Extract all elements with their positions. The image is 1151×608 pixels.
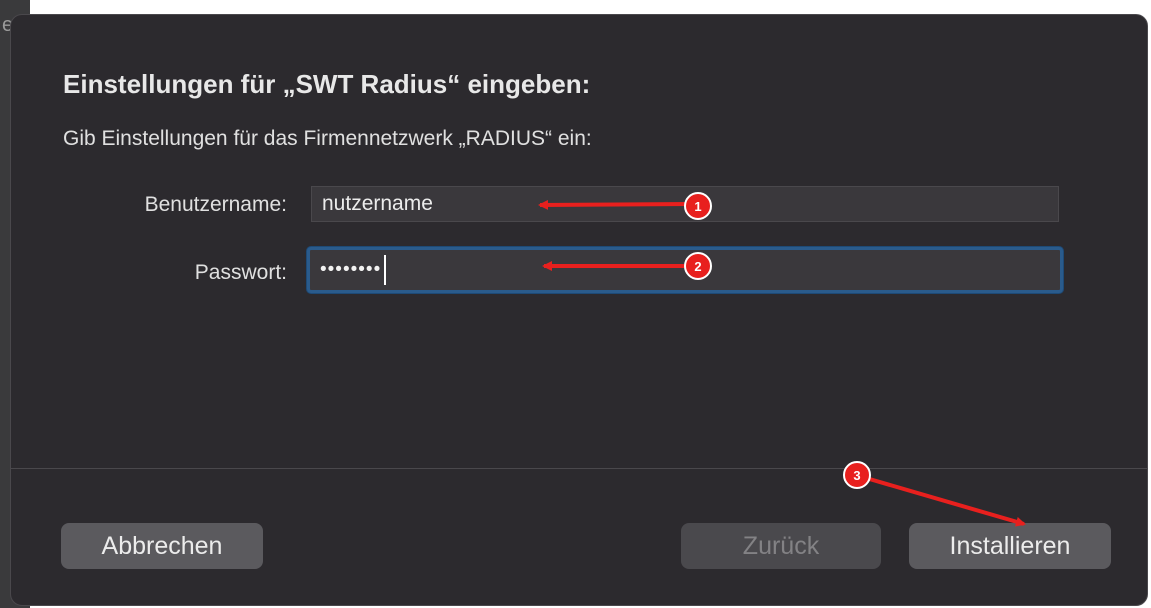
dialog-subtitle: Gib Einstellungen für das Firmennetzwerk… bbox=[63, 127, 592, 150]
password-field[interactable]: •••••••• bbox=[307, 247, 1063, 293]
password-value: •••••••• bbox=[320, 259, 382, 280]
cancel-button[interactable]: Abbrechen bbox=[61, 523, 263, 569]
back-button: Zurück bbox=[681, 523, 881, 569]
username-value: nutzername bbox=[322, 192, 433, 215]
dialog-title: Einstellungen für „SWT Radius“ eingeben: bbox=[63, 69, 591, 99]
settings-dialog: Einstellungen für „SWT Radius“ eingeben:… bbox=[10, 14, 1148, 606]
install-button[interactable]: Installieren bbox=[909, 523, 1111, 569]
username-field[interactable]: nutzername bbox=[311, 186, 1059, 222]
username-label: Benutzername: bbox=[144, 193, 287, 216]
password-label: Passwort: bbox=[194, 261, 287, 284]
divider bbox=[11, 468, 1147, 469]
text-cursor bbox=[384, 255, 387, 285]
